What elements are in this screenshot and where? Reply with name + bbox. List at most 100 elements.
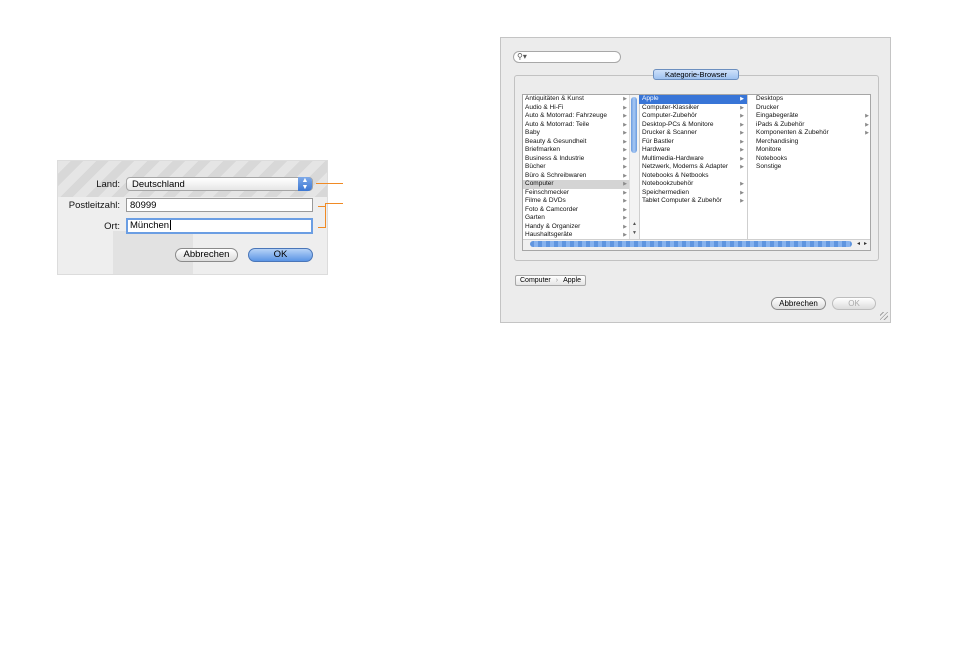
list-item[interactable]: Apple ▶ — [639, 95, 747, 104]
category-browser-window: ⚲▾ Kategorie-Browser Antiquitäten & Kuns… — [500, 37, 891, 323]
ok-button[interactable]: OK — [248, 248, 313, 262]
list-item[interactable]: Multimedia-Hardware ▶ — [639, 155, 747, 164]
horizontal-scrollbar[interactable]: ◂ ▸ — [523, 239, 870, 250]
path-item-apple[interactable]: Apple — [559, 276, 585, 285]
list-item[interactable]: Drucker & Scanner ▶ — [639, 129, 747, 138]
callout-line-country — [316, 183, 343, 184]
search-field[interactable]: ⚲▾ — [513, 51, 621, 63]
list-item-label: Notebookzubehör — [642, 180, 694, 187]
list-item-label: Antiquitäten & Kunst — [525, 95, 584, 102]
list-item[interactable]: Desktop-PCs & Monitore ▶ — [639, 121, 747, 130]
list-item-label: Drucker & Scanner — [642, 129, 697, 136]
list-item[interactable]: Notebooks & Netbooks — [639, 172, 747, 181]
disclosure-arrow-icon: ▶ — [623, 223, 627, 230]
list-item-label: Bücher — [525, 163, 546, 170]
list-item-label: Tablet Computer & Zubehör — [642, 197, 722, 204]
resize-grip-icon[interactable] — [880, 312, 888, 320]
path-item-computer[interactable]: Computer — [516, 276, 555, 285]
list-item-label: Speichermedien — [642, 188, 689, 196]
country-row: Land: Deutschland ▲ ▼ — [58, 177, 327, 195]
list-item-label: Foto & Camcorder — [525, 205, 579, 213]
list-item-label: Merchandising — [756, 137, 799, 145]
list-item-label: Garten — [525, 214, 545, 221]
list-item[interactable]: Bücher ▶ — [523, 163, 639, 172]
list-item[interactable]: Notebooks — [747, 155, 870, 164]
list-item[interactable]: Baby ▶ — [523, 129, 639, 138]
city-field[interactable]: München — [126, 218, 313, 234]
country-select[interactable]: Deutschland ▲ ▼ — [126, 177, 313, 191]
text-cursor — [170, 220, 172, 231]
list-item[interactable]: Büro & Schreibwaren ▶ — [523, 172, 639, 181]
scroll-down-icon[interactable]: ▼ — [630, 230, 639, 237]
list-item-label: Baby — [525, 129, 540, 136]
disclosure-arrow-icon: ▶ — [623, 104, 627, 111]
disclosure-arrow-icon: ▶ — [740, 121, 744, 128]
scroll-up-icon[interactable]: ▲ — [630, 221, 639, 228]
column-apple-categories: Desktops Drucker Eingabegeräte ▶ iPads & Zub… — [747, 95, 870, 240]
disclosure-arrow-icon: ▶ — [623, 121, 627, 128]
list-item[interactable]: Handy & Organizer ▶ — [523, 223, 639, 232]
list-item[interactable]: Computer ▶ — [523, 180, 639, 189]
list-item[interactable]: Computer-Zubehör ▶ — [639, 112, 747, 121]
list-item[interactable]: Desktops — [747, 95, 870, 104]
path-bar: Computer › Apple — [515, 275, 586, 286]
list-item-label: Drucker — [756, 103, 779, 111]
list-item[interactable]: Foto & Camcorder ▶ — [523, 206, 639, 215]
list-item[interactable]: Auto & Motorrad: Fahrzeuge ▶ — [523, 112, 639, 121]
disclosure-arrow-icon: ▶ — [623, 130, 627, 136]
list-item[interactable]: Business & Industrie ▶ — [523, 155, 639, 164]
disclosure-arrow-icon: ▶ — [865, 130, 869, 136]
list-item-label: Beauty & Gesundheit — [525, 137, 587, 145]
list-item[interactable]: Filme & DVDs ▶ — [523, 197, 639, 206]
list-item-label: Feinschmecker — [525, 188, 570, 196]
list-item[interactable]: Netzwerk, Modems & Adapter ▶ — [639, 163, 747, 172]
list-item[interactable]: Für Bastler ▶ — [639, 138, 747, 147]
list-item[interactable]: Komponenten & Zubehör ▶ — [747, 129, 870, 138]
list-item-label: iPads & Zubehör — [756, 120, 805, 128]
list-item[interactable]: Hardware ▶ — [639, 146, 747, 155]
disclosure-arrow-icon: ▶ — [740, 189, 744, 196]
list-item-label: Computer-Zubehör — [642, 112, 697, 119]
postal-code-field[interactable]: 80999 — [126, 198, 313, 212]
column1-scroll-thumb[interactable] — [631, 97, 637, 153]
horizontal-scroll-thumb[interactable] — [530, 241, 852, 247]
disclosure-arrow-icon: ▶ — [740, 104, 744, 111]
disclosure-arrow-icon: ▶ — [740, 147, 744, 153]
callout-bracket — [325, 203, 326, 228]
column1-scrollbar[interactable]: ▲ ▼ — [629, 95, 639, 240]
scroll-right-icon[interactable]: ▸ — [864, 240, 867, 249]
list-item-label: Briefmarken — [525, 146, 561, 153]
list-item[interactable]: Audio & Hi-Fi ▶ — [523, 104, 639, 113]
disclosure-arrow-icon: ▶ — [623, 206, 627, 213]
list-item[interactable]: Beauty & Gesundheit ▶ — [523, 138, 639, 147]
list-item-label: Audio & Hi-Fi — [525, 103, 564, 111]
list-item[interactable]: Auto & Motorrad: Teile ▶ — [523, 121, 639, 130]
list-item[interactable]: Notebookzubehör ▶ — [639, 180, 747, 189]
list-item[interactable]: Feinschmecker ▶ — [523, 189, 639, 198]
list-item-label: Apple — [642, 95, 659, 102]
list-item[interactable]: iPads & Zubehör ▶ — [747, 120, 870, 130]
browser-cancel-button[interactable]: Abbrechen — [771, 297, 826, 310]
scroll-left-icon[interactable]: ◂ — [857, 240, 860, 249]
list-item-label: Desktop-PCs & Monitore — [642, 120, 714, 128]
list-item[interactable]: Briefmarken ▶ — [523, 146, 639, 155]
browser-ok-button[interactable]: OK — [832, 297, 876, 310]
disclosure-arrow-icon: ▶ — [740, 198, 744, 204]
list-item[interactable]: Speichermedien ▶ — [639, 189, 747, 198]
list-item[interactable]: Drucker — [747, 103, 870, 113]
list-item[interactable]: Eingabegeräte ▶ — [747, 112, 870, 121]
list-item[interactable]: Tablet Computer & Zubehör ▶ — [639, 197, 747, 206]
cancel-button[interactable]: Abbrechen — [175, 248, 238, 262]
list-item-label: Multimedia-Hardware — [642, 154, 704, 162]
list-item[interactable]: Sonstige — [747, 163, 870, 172]
disclosure-arrow-icon: ▶ — [623, 172, 627, 179]
list-item-label: Notebooks & Netbooks — [642, 171, 709, 179]
list-item[interactable]: Computer-Klassiker ▶ — [639, 104, 747, 113]
list-item[interactable]: Monitore — [747, 146, 870, 155]
list-item[interactable]: Merchandising — [747, 137, 870, 147]
list-item[interactable]: Antiquitäten & Kunst ▶ — [523, 95, 639, 104]
disclosure-arrow-icon: ▶ — [740, 113, 744, 119]
list-item[interactable]: Garten ▶ — [523, 214, 639, 223]
list-item-label: Desktops — [756, 95, 784, 102]
callout-line-bracket — [325, 203, 343, 204]
